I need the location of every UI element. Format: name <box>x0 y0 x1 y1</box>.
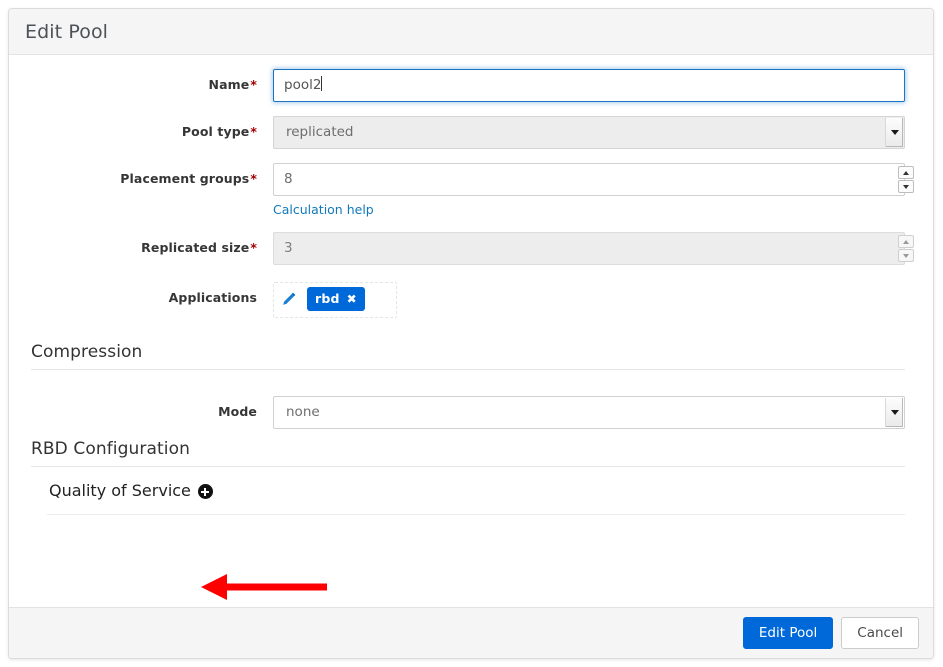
stepper-up-icon[interactable] <box>898 235 914 248</box>
name-input-value: pool2 <box>284 77 322 93</box>
label-name-text: Name <box>208 77 250 92</box>
pool-type-value: replicated <box>286 124 354 140</box>
control-wrap-replicated-size: 3 <box>273 232 919 265</box>
compression-mode-value: none <box>286 404 320 420</box>
label-applications: Applications <box>23 279 273 305</box>
divider <box>47 514 905 515</box>
required-marker: * <box>250 171 257 186</box>
label-compression-mode-text: Mode <box>218 404 257 419</box>
form-row-name: Name* pool2 <box>23 69 919 102</box>
required-marker: * <box>250 124 257 139</box>
calculation-help-link[interactable]: Calculation help <box>273 202 374 217</box>
divider <box>31 369 905 370</box>
label-name: Name* <box>23 69 273 92</box>
control-wrap-compression-mode: none <box>273 396 919 429</box>
control-wrap-placement-groups: 8 Calculation help <box>273 163 919 218</box>
form-row-applications: Applications rbd ✖ <box>23 279 919 318</box>
quality-of-service-row[interactable]: Quality of Service <box>23 467 919 514</box>
modal-header: Edit Pool <box>9 9 933 55</box>
quantity-stepper[interactable] <box>898 235 914 262</box>
label-pool-type: Pool type* <box>23 116 273 139</box>
text-caret <box>321 76 323 91</box>
required-marker: * <box>250 240 257 255</box>
stepper-up-icon[interactable] <box>898 166 914 179</box>
quality-of-service-label: Quality of Service <box>49 481 191 500</box>
application-badge-label: rbd <box>315 291 340 306</box>
replicated-size-input[interactable]: 3 <box>273 232 914 265</box>
label-replicated-size: Replicated size* <box>23 232 273 255</box>
stepper-down-icon[interactable] <box>898 180 914 193</box>
control-wrap-pool-type: replicated <box>273 116 919 149</box>
rbd-configuration-section: RBD Configuration Quality of Service <box>23 439 919 515</box>
quantity-stepper[interactable] <box>898 166 914 193</box>
stepper-down-icon[interactable] <box>898 249 914 262</box>
annotation-arrow <box>201 574 327 600</box>
plus-circle-icon[interactable] <box>197 484 213 499</box>
chevron-down-icon[interactable] <box>885 118 903 147</box>
chevron-down-icon[interactable] <box>885 398 903 427</box>
application-badge-rbd[interactable]: rbd ✖ <box>307 287 365 311</box>
page-title: Edit Pool <box>25 20 109 43</box>
modal-footer: Edit Pool Cancel <box>9 607 933 658</box>
label-compression-mode: Mode <box>23 396 273 419</box>
cancel-button[interactable]: Cancel <box>841 616 919 650</box>
compression-mode-select[interactable]: none <box>273 396 905 429</box>
name-input[interactable]: pool2 <box>273 69 905 102</box>
modal-body: Name* pool2 Pool type* replicated Placem… <box>9 55 933 607</box>
placement-groups-value: 8 <box>284 171 293 187</box>
form-row-placement-groups: Placement groups* 8 Calculation help <box>23 163 919 218</box>
replicated-size-value: 3 <box>284 240 293 256</box>
form-row-pool-type: Pool type* replicated <box>23 116 919 149</box>
required-marker: * <box>250 77 257 92</box>
pencil-icon[interactable] <box>280 290 298 308</box>
edit-pool-modal: Edit Pool Name* pool2 Pool type* replica… <box>8 8 934 659</box>
applications-selector[interactable]: rbd ✖ <box>273 282 397 318</box>
close-icon[interactable]: ✖ <box>347 293 357 305</box>
form-row-compression-mode: Mode none <box>23 396 919 429</box>
form-row-replicated-size: Replicated size* 3 <box>23 232 919 265</box>
rbd-configuration-heading: RBD Configuration <box>31 439 190 459</box>
placement-groups-input[interactable]: 8 <box>273 163 914 196</box>
compression-heading: Compression <box>31 342 143 362</box>
pool-type-select[interactable]: replicated <box>273 116 905 149</box>
label-placement-groups: Placement groups* <box>23 163 273 186</box>
label-replicated-size-text: Replicated size <box>141 240 250 255</box>
control-wrap-name: pool2 <box>273 69 919 102</box>
label-placement-groups-text: Placement groups <box>120 171 250 186</box>
compression-section: Compression Mode none <box>23 342 919 429</box>
control-wrap-applications: rbd ✖ <box>273 279 919 318</box>
label-applications-text: Applications <box>168 290 257 305</box>
label-pool-type-text: Pool type <box>181 124 250 139</box>
edit-pool-button[interactable]: Edit Pool <box>742 616 834 650</box>
